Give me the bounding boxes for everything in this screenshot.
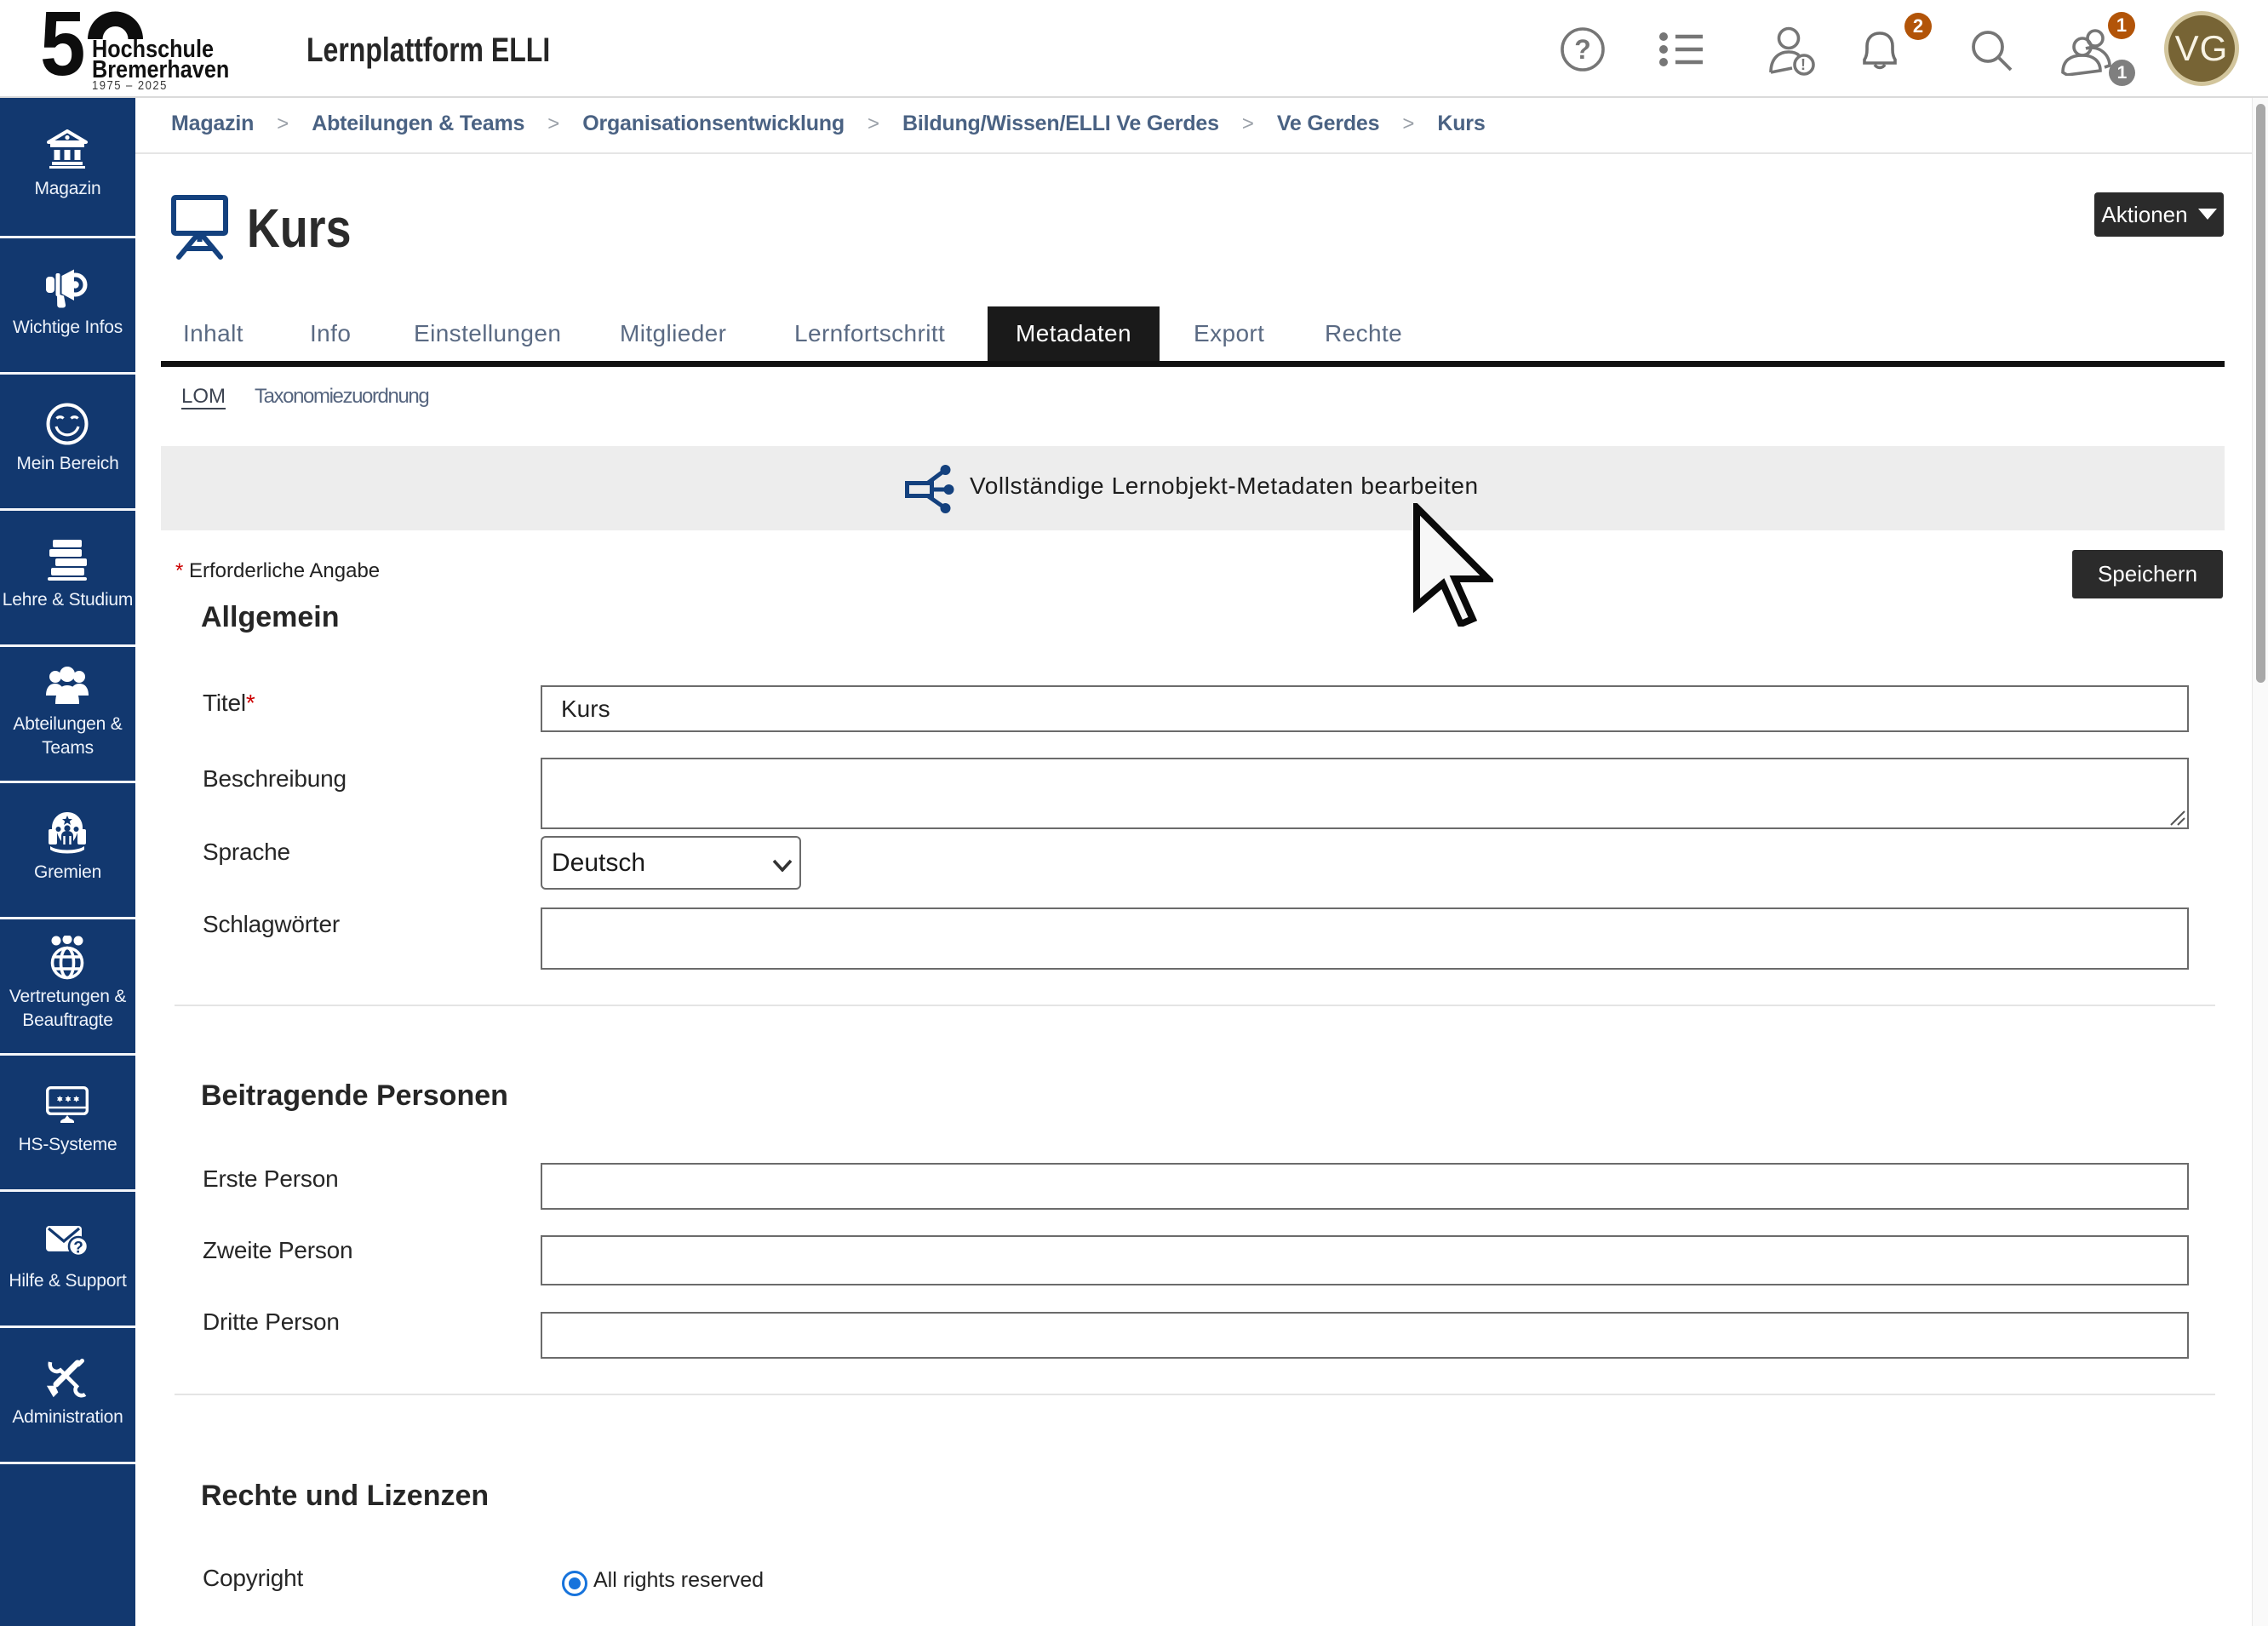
svg-text:?: ? (1574, 34, 1591, 65)
svg-text:!: ! (1801, 56, 1806, 73)
svg-text:?: ? (73, 1240, 83, 1257)
